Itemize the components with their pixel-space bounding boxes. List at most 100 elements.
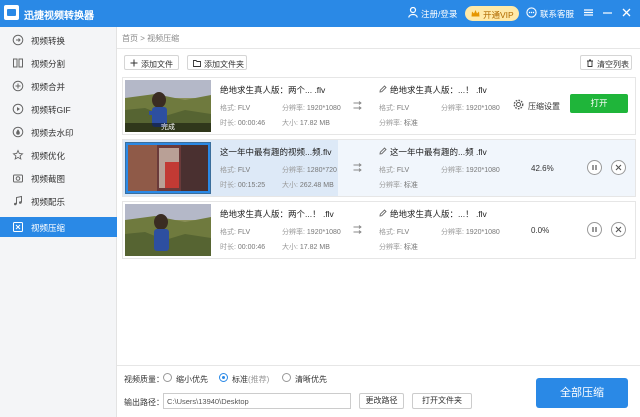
duration-value: 00:15:25	[237, 182, 266, 189]
out-resolution-value: 1920*1080	[465, 167, 500, 174]
change-path-button[interactable]: 更改路径	[359, 393, 404, 409]
sidebar-item-split[interactable]: 视频分割	[0, 53, 117, 73]
login-link[interactable]: 注册/登录	[421, 8, 457, 20]
output-filename: 绝地求生真人版：...！ .flv	[390, 85, 487, 95]
resolution-label: 分辨率:	[441, 167, 464, 174]
sidebar-item-watermark[interactable]: 视频去水印	[0, 122, 117, 142]
format-label: 格式:	[379, 105, 395, 112]
compress-all-button[interactable]: 全部压缩	[536, 378, 628, 408]
convert-arrow-icon	[353, 163, 362, 172]
format-label: 格式:	[220, 229, 236, 236]
plus-icon	[130, 59, 138, 67]
screenshot-icon	[13, 174, 23, 183]
pause-button[interactable]	[587, 222, 602, 237]
sidebar-item-merge[interactable]: 视频合并	[0, 76, 117, 96]
title-bar: 迅捷视频转换器 注册/登录 开通VIP 联系客服	[0, 0, 640, 27]
video-thumbnail	[125, 142, 211, 194]
sidebar-item-compress[interactable]: 视频压缩	[0, 217, 117, 237]
edit-name-icon[interactable]	[379, 147, 387, 155]
size-value: 17.82 MB	[299, 120, 330, 127]
minimize-icon[interactable]	[601, 6, 614, 19]
file-row[interactable]: 绝地求生真人版：两个...！ .flv 格式: FLV 分辨率: 1920*10…	[122, 201, 636, 259]
file-row[interactable]: 这一年中最有趣的视频...频.flv 格式: FLV 分辨率: 1280*720…	[122, 139, 636, 197]
cancel-button[interactable]	[611, 160, 626, 175]
resolution-value: 1920*1080	[306, 229, 341, 236]
quality-label: 分辨率:	[379, 244, 402, 251]
size-label: 大小:	[282, 244, 298, 251]
add-file-button[interactable]: 添加文件	[124, 55, 179, 70]
clear-list-button[interactable]: 清空列表	[580, 55, 632, 70]
video-thumbnail	[125, 204, 211, 256]
format-label: 格式:	[220, 167, 236, 174]
divider	[117, 48, 640, 49]
quality-option-standard[interactable]	[219, 373, 228, 382]
crown-icon	[471, 10, 480, 17]
breadcrumb-home[interactable]: 首页	[122, 34, 138, 43]
resolution-value: 1280*720	[306, 167, 337, 174]
quality-label: 分辨率:	[379, 120, 402, 127]
duration-value: 00:00:46	[237, 120, 266, 127]
sidebar-item-label: 视频截图	[31, 174, 66, 184]
add-file-label: 添加文件	[141, 60, 173, 69]
close-icon	[615, 226, 622, 233]
music-icon	[14, 195, 22, 206]
close-icon[interactable]	[620, 6, 633, 19]
support-icon[interactable]	[526, 7, 537, 18]
out-resolution-value: 1920*1080	[465, 229, 500, 236]
folder-icon	[193, 60, 201, 67]
pause-button[interactable]	[587, 160, 602, 175]
resolution-label: 分辨率:	[441, 229, 464, 236]
user-icon[interactable]	[408, 7, 418, 18]
trash-icon	[587, 59, 593, 67]
out-quality-value: 标准	[403, 244, 418, 251]
sidebar-item-optimize[interactable]: 视频优化	[0, 145, 117, 165]
compress-settings-link[interactable]: 压缩设置	[528, 101, 560, 112]
support-link[interactable]: 联系客服	[540, 8, 574, 20]
quality-option-small[interactable]	[163, 373, 172, 382]
convert-arrow-icon	[353, 101, 362, 110]
sidebar-item-label: 视频压缩	[31, 223, 66, 233]
video-convert-icon	[12, 34, 24, 46]
open-folder-button[interactable]: 打开文件夹	[412, 393, 472, 409]
size-label: 大小:	[282, 120, 298, 127]
recommended-note: (推荐)	[248, 375, 270, 384]
duration-label: 时长:	[220, 244, 236, 251]
sidebar-item-screenshot[interactable]: 视频截图	[0, 168, 117, 188]
watermark-icon	[12, 126, 24, 138]
sidebar: 视频转换 视频分割 视频合并 视频转GIF 视频去水印 视频优化 视频截图 视频…	[0, 27, 117, 417]
progress-percent: 42.6%	[531, 164, 554, 173]
menu-icon[interactable]	[582, 6, 595, 19]
quality-option-clear[interactable]	[282, 373, 291, 382]
size-value: 262.48 MB	[299, 182, 334, 189]
format-value: FLV	[237, 167, 251, 174]
sidebar-item-music[interactable]: 视频配乐	[0, 191, 117, 211]
source-filename: 绝地求生真人版：两个... .flv	[220, 85, 326, 95]
cancel-button[interactable]	[611, 222, 626, 237]
output-filename: 这一年中最有趣的...频 .flv	[390, 147, 487, 157]
edit-name-icon[interactable]	[379, 85, 387, 93]
out-resolution-value: 1920*1080	[465, 105, 500, 112]
edit-name-icon[interactable]	[379, 209, 387, 217]
quality-option-small-label[interactable]: 缩小优先	[176, 374, 208, 385]
vip-button[interactable]: 开通VIP	[465, 6, 519, 21]
app-title: 迅捷视频转换器	[24, 11, 94, 22]
sidebar-item-label: 视频优化	[31, 151, 66, 161]
progress-percent: 0.0%	[531, 226, 550, 235]
done-label: 完成	[125, 123, 211, 132]
open-button[interactable]: 打开	[570, 94, 628, 113]
out-format-value: FLV	[396, 105, 410, 112]
format-label: 格式:	[379, 229, 395, 236]
merge-icon	[12, 80, 24, 92]
gear-icon[interactable]	[513, 99, 524, 110]
sidebar-item-convert[interactable]: 视频转换	[0, 30, 117, 50]
output-path-field[interactable]	[163, 393, 351, 409]
file-row[interactable]: 完成 绝地求生真人版：两个... .flv 格式: FLV 分辨率: 1920*…	[122, 77, 636, 135]
gif-icon	[12, 103, 24, 115]
standard-label: 标准	[232, 375, 248, 384]
quality-option-clear-label[interactable]: 清晰优先	[295, 374, 327, 385]
quality-option-standard-label[interactable]: 标准(推荐)	[232, 374, 269, 385]
breadcrumb-current: 视频压缩	[147, 34, 180, 43]
sidebar-item-gif[interactable]: 视频转GIF	[0, 99, 117, 119]
add-folder-button[interactable]: 添加文件夹	[187, 55, 247, 70]
source-filename: 绝地求生真人版：两个...！ .flv	[220, 209, 334, 219]
